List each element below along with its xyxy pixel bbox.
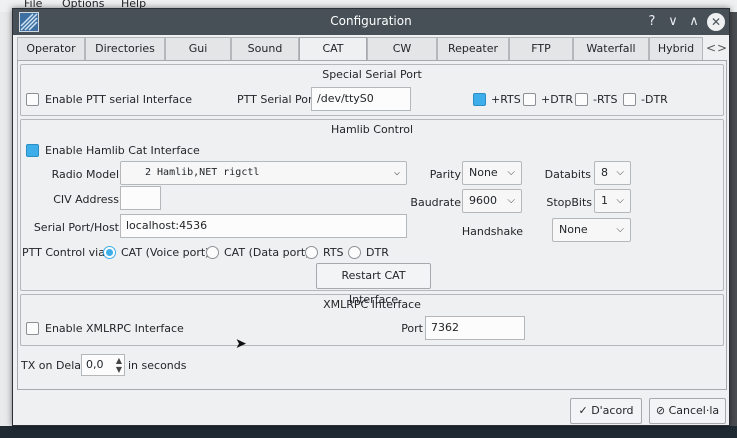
- dtr-minus-label: -DTR: [641, 93, 668, 106]
- hamlib-control-group: Hamlib Control Enable Hamlib Cat Interfa…: [20, 119, 724, 306]
- close-icon[interactable]: ✕: [707, 13, 725, 31]
- databits-value: 8: [601, 166, 608, 179]
- radio-model-value: 2 Hamlib,NET rigctl: [145, 167, 260, 178]
- tab-scroll-right-icon[interactable]: >: [717, 41, 727, 55]
- baudrate-label: Baudrate: [410, 196, 461, 209]
- tab-waterfall[interactable]: Waterfall: [573, 37, 649, 61]
- ptt-serial-port-label: PTT Serial Port: [237, 93, 317, 106]
- parity-select[interactable]: None ⌵: [462, 161, 522, 185]
- rts-plus-checkbox[interactable]: [473, 93, 486, 106]
- civ-address-input[interactable]: [120, 186, 161, 210]
- ok-button-label: D'acord: [591, 404, 634, 417]
- title-bar[interactable]: Configuration ? ∨ ∧ ✕: [13, 9, 729, 35]
- parity-value: None: [469, 166, 498, 179]
- tab-hybrid[interactable]: Hybrid: [649, 37, 703, 61]
- radio-model-label: Radio Model: [51, 168, 119, 181]
- radio-model-select[interactable]: 2 Hamlib,NET rigctl ⌵: [120, 161, 407, 185]
- serial-port-host-input[interactable]: localhost:4536: [120, 214, 407, 238]
- handshake-value: None: [559, 223, 588, 236]
- tab-ftp[interactable]: FTP: [509, 37, 573, 61]
- tx-delay-suffix: in seconds: [128, 359, 187, 372]
- dtr-plus-checkbox[interactable]: [523, 93, 536, 106]
- tx-delay-value: 0,0: [86, 358, 104, 371]
- enable-hamlib-checkbox[interactable]: [26, 144, 39, 157]
- ptt-cat-voice-radio[interactable]: [103, 246, 116, 259]
- handshake-label: Handshake: [461, 225, 523, 238]
- hamlib-control-title: Hamlib Control: [330, 123, 414, 136]
- maximize-icon[interactable]: ∧: [685, 13, 703, 31]
- dtr-minus-checkbox[interactable]: [623, 93, 636, 106]
- enable-hamlib-label: Enable Hamlib Cat Interface: [45, 144, 200, 157]
- handshake-select[interactable]: None ⌵: [552, 218, 631, 242]
- tab-gui[interactable]: Gui: [165, 37, 231, 61]
- rts-minus-label: -RTS: [593, 93, 618, 106]
- ptt-cat-data-radio[interactable]: [206, 246, 219, 259]
- chevron-down-icon: ⌵: [507, 167, 515, 178]
- ptt-serial-port-input[interactable]: /dev/ttyS0: [311, 87, 411, 111]
- tab-cw[interactable]: CW: [367, 37, 437, 61]
- serial-port-host-label: Serial Port/Host: [33, 221, 119, 234]
- rts-plus-label: +RTS: [491, 93, 521, 106]
- cancel-button-label: Cancel·la: [668, 404, 720, 417]
- tab-directories[interactable]: Directories: [85, 37, 165, 61]
- ptt-control-label: PTT Control via:: [22, 246, 109, 259]
- window-title: Configuration: [330, 14, 412, 28]
- baudrate-value: 9600: [469, 194, 497, 207]
- ptt-rts-radio[interactable]: [305, 246, 318, 259]
- enable-xmlrpc-checkbox[interactable]: [26, 322, 39, 335]
- configuration-dialog: Configuration ? ∨ ∧ ✕ Operator Directori…: [12, 8, 730, 426]
- cat-tab-panel: Special Serial Port Enable PTT serial In…: [17, 60, 727, 390]
- ptt-cat-data-label: CAT (Data port): [224, 246, 310, 259]
- ptt-dtr-label: DTR: [366, 246, 389, 259]
- special-serial-port-title: Special Serial Port: [322, 68, 422, 81]
- chevron-down-icon: ⌵: [616, 224, 624, 235]
- tab-scroll-left-icon[interactable]: <: [706, 41, 716, 55]
- chevron-down-icon: ⌵: [616, 195, 624, 206]
- stopbits-label: StopBits: [546, 196, 592, 209]
- xmlrpc-interface-group: XMLRPC Interface Enable XMLRPC Interface…: [20, 294, 724, 346]
- rts-minus-checkbox[interactable]: [575, 93, 588, 106]
- xmlrpc-port-label: Port: [401, 322, 423, 335]
- enable-ptt-serial-checkbox[interactable]: [26, 93, 39, 106]
- cancel-button[interactable]: ⊘ Cancel·la: [649, 398, 726, 424]
- databits-select[interactable]: 8 ⌵: [594, 161, 631, 185]
- chevron-down-icon: ⌵: [507, 195, 515, 206]
- background-desktop: [0, 426, 737, 438]
- minimize-icon[interactable]: ∨: [664, 13, 682, 31]
- tab-sound[interactable]: Sound: [231, 37, 299, 61]
- stopbits-value: 1: [601, 194, 608, 207]
- restart-cat-interface-button[interactable]: Restart CAT Interface: [316, 263, 431, 306]
- special-serial-port-group: Special Serial Port Enable PTT serial In…: [20, 64, 724, 116]
- help-icon[interactable]: ?: [643, 13, 661, 31]
- enable-xmlrpc-label: Enable XMLRPC Interface: [45, 322, 184, 335]
- tx-delay-spinbox[interactable]: 0,0 ▲ ▼: [81, 354, 125, 376]
- databits-label: Databits: [544, 168, 591, 181]
- mouse-cursor-icon: ➤: [235, 336, 247, 352]
- baudrate-select[interactable]: 9600 ⌵: [462, 189, 522, 213]
- check-icon: ✓: [578, 404, 588, 417]
- tab-operator[interactable]: Operator: [17, 37, 85, 61]
- ptt-rts-label: RTS: [323, 246, 344, 259]
- xmlrpc-interface-title: XMLRPC Interface: [323, 298, 421, 311]
- parity-label: Parity: [429, 168, 461, 181]
- cancel-icon: ⊘: [655, 404, 666, 417]
- tab-repeater[interactable]: Repeater: [437, 37, 509, 61]
- chevron-down-icon: ⌵: [393, 167, 400, 178]
- dtr-plus-label: +DTR: [541, 93, 574, 106]
- civ-address-label: CIV Address: [53, 193, 119, 206]
- stopbits-select[interactable]: 1 ⌵: [594, 189, 631, 213]
- xmlrpc-port-input[interactable]: 7362: [425, 316, 525, 340]
- chevron-down-icon: ⌵: [616, 167, 624, 178]
- ok-button[interactable]: ✓ D'acord: [570, 398, 642, 424]
- tx-delay-label: TX on Delay: [21, 359, 88, 372]
- enable-ptt-serial-label: Enable PTT serial Interface: [45, 93, 192, 106]
- tab-bar: Operator Directories Gui Sound CAT CW Re…: [17, 37, 727, 63]
- spin-arrows-icon[interactable]: ▲ ▼: [116, 356, 122, 374]
- ptt-cat-voice-label: CAT (Voice port): [121, 246, 210, 259]
- ptt-dtr-radio[interactable]: [348, 246, 361, 259]
